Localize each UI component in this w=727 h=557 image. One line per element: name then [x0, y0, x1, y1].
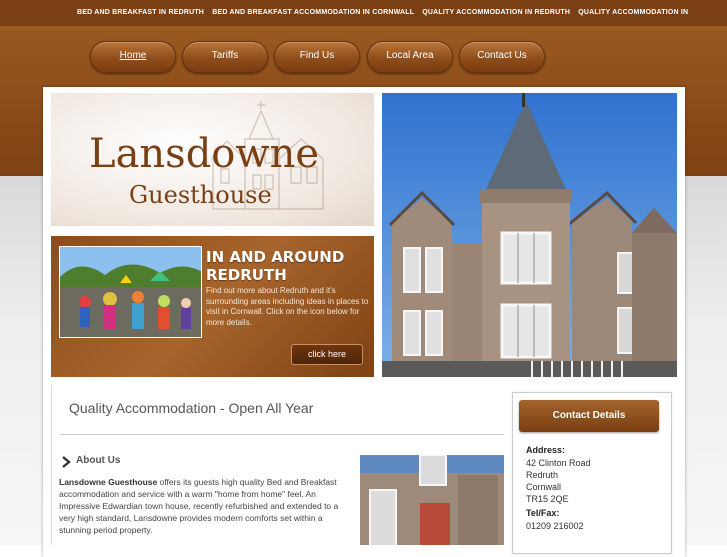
address-line: TR15 2QE: [526, 494, 569, 504]
address-line: 42 Clinton Road: [526, 458, 591, 468]
nav-local-area-button[interactable]: Local Area: [367, 41, 453, 73]
keyword-link[interactable]: QUALITY ACCOMMODATION IN REDRUTH: [422, 9, 570, 16]
contact-details-button[interactable]: Contact Details: [519, 400, 659, 432]
keyword-link[interactable]: BED AND BREAKFAST IN REDRUTH: [77, 9, 204, 16]
nav-contact-us-button[interactable]: Contact Us: [459, 41, 545, 73]
address-line: Cornwall: [526, 482, 562, 492]
keyword-link[interactable]: QUALITY ACCOMMODATION IN: [578, 9, 688, 16]
nav-label: Contact Us: [477, 50, 527, 61]
page-title: Quality Accommodation - Open All Year: [69, 400, 314, 416]
guesthouse-illustration: [382, 93, 677, 377]
nav-label: Local Area: [386, 50, 434, 61]
logo-title: Lansdowne: [89, 131, 320, 177]
nav-label: Tariffs: [211, 50, 239, 61]
logo-panel[interactable]: Lansdowne Guesthouse: [51, 93, 374, 226]
tel-number: 01209 216002: [526, 521, 584, 531]
nav-label: Home: [119, 50, 147, 61]
promo-text: Find out more about Redruth and it's sur…: [206, 286, 369, 327]
nav-tariffs-button[interactable]: Tariffs: [182, 41, 268, 73]
house-detail-illustration: [360, 455, 504, 545]
chevron-right-icon: [62, 456, 71, 468]
carnival-illustration: [60, 247, 201, 337]
local-area-promo: IN AND AROUND REDRUTH Find out more abou…: [51, 236, 374, 377]
nav-home-button[interactable]: Home: [90, 41, 176, 73]
contact-panel: Contact Details Address: 42 Clinton Road…: [512, 392, 672, 554]
about-heading: About Us: [76, 455, 121, 466]
logo-subtitle: Guesthouse: [129, 181, 272, 209]
address-line: Redruth: [526, 470, 559, 480]
nav-find-us-button[interactable]: Find Us: [274, 41, 360, 73]
divider: [60, 434, 504, 435]
main-content: Quality Accommodation - Open All Year Ab…: [51, 385, 512, 545]
promo-title-line1: IN AND AROUND: [206, 248, 345, 266]
tel-label: Tel/Fax:: [526, 508, 560, 518]
guesthouse-photo: [382, 93, 677, 377]
promo-title-line2: REDRUTH: [206, 266, 287, 284]
carnival-photo[interactable]: [59, 246, 202, 338]
address-label: Address:: [526, 445, 566, 455]
click-here-button[interactable]: click here: [291, 344, 363, 365]
nav-label: Find Us: [299, 50, 335, 61]
keyword-link[interactable]: BED AND BREAKFAST ACCOMMODATION IN CORNW…: [212, 9, 414, 16]
top-keyword-strip: BED AND BREAKFAST IN REDRUTH BED AND BRE…: [0, 0, 727, 26]
house-detail-photo: [360, 455, 504, 545]
about-paragraph: Lansdowne Guesthouse offers its guests h…: [59, 476, 349, 536]
about-bold-name: Lansdowne Guesthouse: [59, 477, 158, 487]
